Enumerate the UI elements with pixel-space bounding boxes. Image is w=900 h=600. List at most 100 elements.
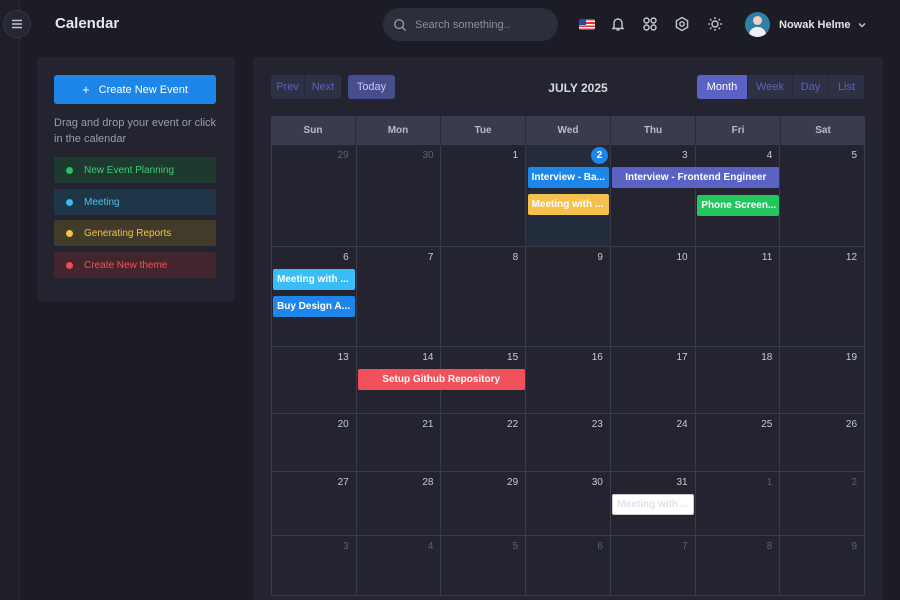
calendar-event[interactable]: Meeting with ... xyxy=(612,494,695,515)
day-cell[interactable]: 28 xyxy=(356,472,442,536)
top-bar: Calendar Nowak Helme xyxy=(20,0,900,50)
day-number: 23 xyxy=(591,419,603,430)
calendar-event[interactable]: Meeting with ... xyxy=(527,194,610,215)
day-number: 18 xyxy=(761,352,773,363)
day-number: 28 xyxy=(422,477,434,488)
user-menu[interactable]: Nowak Helme xyxy=(745,12,867,37)
day-cell[interactable]: 9 xyxy=(526,247,611,347)
day-number: 8 xyxy=(512,252,519,263)
notifications-button[interactable] xyxy=(609,15,627,33)
day-cell[interactable]: 27 xyxy=(272,472,357,536)
draggable-event[interactable]: Create New theme xyxy=(54,252,216,278)
day-number: 2 xyxy=(851,477,858,488)
day-cell[interactable]: 20 xyxy=(272,414,357,472)
day-cell[interactable]: 23 xyxy=(526,414,611,472)
calendar-event[interactable]: Buy Design A... xyxy=(273,296,355,317)
calendar-event[interactable]: Phone Screen... xyxy=(697,195,780,216)
day-cell[interactable]: 1 xyxy=(441,145,527,247)
theme-toggle-button[interactable] xyxy=(706,15,724,33)
day-cell[interactable]: 17 xyxy=(610,347,696,414)
day-cell[interactable]: 9 xyxy=(780,536,866,596)
day-cell[interactable]: 5 xyxy=(780,145,866,247)
day-cell[interactable]: 8 xyxy=(441,247,527,347)
day-cell[interactable]: 3 xyxy=(610,145,696,247)
draggable-event-label: Generating Reports xyxy=(84,227,172,239)
day-cell[interactable]: 25 xyxy=(695,414,781,472)
day-cell[interactable]: 24 xyxy=(610,414,696,472)
week-row: 3 4 5 6 7 8 9 xyxy=(271,536,866,596)
search-icon xyxy=(394,18,407,31)
day-cell[interactable]: 12 xyxy=(780,247,866,347)
day-cell[interactable]: 6 xyxy=(526,536,611,596)
view-week-button[interactable]: Week xyxy=(748,75,793,99)
event-color-dot xyxy=(66,166,73,174)
day-number: 7 xyxy=(427,252,434,263)
view-list-button[interactable]: List xyxy=(829,75,864,99)
day-number: 16 xyxy=(591,352,603,363)
weekday-header: Mon xyxy=(356,116,441,145)
draggable-event[interactable]: Generating Reports xyxy=(54,220,216,246)
day-number: 1 xyxy=(512,150,519,161)
prev-button[interactable]: Prev xyxy=(271,75,305,99)
calendar-event[interactable]: Interview - Frontend Engineer xyxy=(612,167,780,188)
day-number: 7 xyxy=(682,541,688,552)
day-number: 14 xyxy=(422,352,434,363)
day-cell[interactable]: 30 xyxy=(356,145,442,247)
calendar-event[interactable]: Setup Github Repository xyxy=(357,369,525,390)
weekday-header-row: Sun Mon Tue Wed Thu Fri Sat xyxy=(271,116,865,145)
view-day-button[interactable]: Day xyxy=(793,75,829,99)
draggable-event[interactable]: Meeting xyxy=(54,189,216,215)
day-cell[interactable]: 10 xyxy=(610,247,696,347)
calendar-event[interactable]: Meeting with ... xyxy=(273,269,355,290)
events-panel: + Create New Event Drag and drop your ev… xyxy=(37,57,235,301)
day-cell[interactable]: 5 xyxy=(441,536,527,596)
day-cell[interactable]: 16 xyxy=(526,347,611,414)
language-flag-button[interactable] xyxy=(578,15,596,33)
day-cell[interactable]: 18 xyxy=(695,347,781,414)
day-cell[interactable]: 3 xyxy=(272,536,357,596)
day-number: 24 xyxy=(676,419,688,430)
day-cell[interactable]: 1 xyxy=(695,472,781,536)
menu-toggle-button[interactable] xyxy=(3,10,31,38)
day-number: 12 xyxy=(845,252,858,263)
day-number: 30 xyxy=(422,150,434,161)
day-cell[interactable]: 11 xyxy=(695,247,781,347)
day-cell[interactable]: 29 xyxy=(272,145,357,247)
day-number: 22 xyxy=(507,419,519,430)
day-number: 17 xyxy=(676,352,688,363)
day-number: 1 xyxy=(766,477,773,488)
search-input[interactable] xyxy=(415,18,545,31)
day-number: 6 xyxy=(597,541,603,552)
week-row: 20 21 22 23 24 25 26 xyxy=(271,414,866,472)
drag-hint-text: Drag and drop your event or click in the… xyxy=(54,117,217,145)
day-cell[interactable]: 8 xyxy=(695,536,781,596)
day-cell[interactable]: 22 xyxy=(441,414,527,472)
event-color-dot xyxy=(66,198,73,206)
day-cell[interactable]: 29 xyxy=(441,472,527,536)
day-cell[interactable]: 13 xyxy=(272,347,357,414)
next-button[interactable]: Next xyxy=(305,75,341,99)
day-number: 11 xyxy=(761,252,773,263)
calendar-event[interactable]: Interview - Ba... xyxy=(527,167,610,188)
create-new-event-button[interactable]: + Create New Event xyxy=(54,75,216,104)
plus-icon: + xyxy=(82,82,90,97)
day-cell[interactable]: 2 xyxy=(780,472,866,536)
search-box[interactable] xyxy=(383,8,558,41)
day-cell[interactable]: 4 xyxy=(356,536,442,596)
settings-button[interactable] xyxy=(673,15,691,33)
day-number: 9 xyxy=(851,541,858,552)
day-cell[interactable]: 19 xyxy=(780,347,866,414)
apps-button[interactable] xyxy=(641,15,659,33)
day-number: 3 xyxy=(343,541,349,552)
today-button[interactable]: Today xyxy=(348,75,395,99)
day-cell[interactable]: 7 xyxy=(356,247,442,347)
draggable-event[interactable]: New Event Planning xyxy=(54,157,216,183)
day-cell[interactable]: 26 xyxy=(780,414,866,472)
view-month-button[interactable]: Month xyxy=(697,75,748,99)
day-number: 13 xyxy=(337,352,349,363)
day-number: 10 xyxy=(676,252,688,263)
day-cell[interactable]: 21 xyxy=(356,414,442,472)
day-cell[interactable]: 30 xyxy=(526,472,611,536)
weekday-header: Sun xyxy=(271,116,356,145)
day-cell[interactable]: 7 xyxy=(610,536,696,596)
